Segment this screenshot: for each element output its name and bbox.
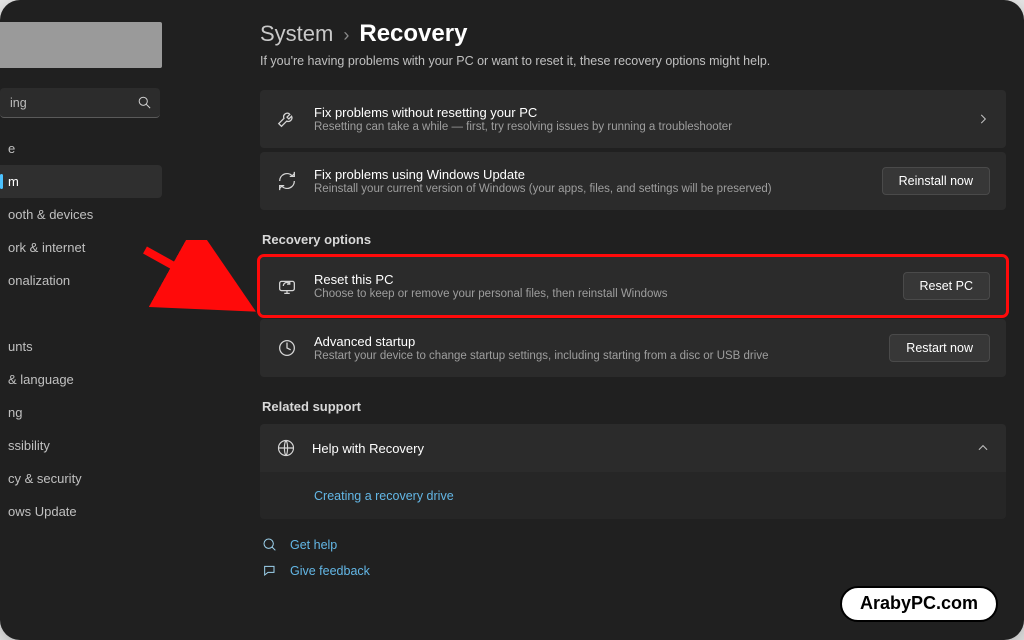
sidebar-item-network[interactable]: ork & internet (0, 231, 162, 264)
sidebar-item-personalization[interactable]: onalization (0, 264, 162, 297)
support-title: Help with Recovery (312, 441, 424, 456)
restart-now-button[interactable]: Restart now (889, 334, 990, 362)
sidebar: e m ooth & devices ork & internet onaliz… (0, 0, 170, 640)
sidebar-nav: e m ooth & devices ork & internet onaliz… (0, 132, 170, 528)
reset-pc-button[interactable]: Reset PC (903, 272, 991, 300)
search-input[interactable] (0, 88, 160, 118)
sidebar-item-time[interactable]: & language (0, 363, 162, 396)
sidebar-item-system[interactable]: m (0, 165, 162, 198)
card-title: Fix problems without resetting your PC (314, 105, 960, 120)
get-help-row[interactable]: Get help (262, 537, 1006, 553)
card-title: Reset this PC (314, 272, 887, 287)
globe-icon (276, 438, 296, 458)
link-give-feedback[interactable]: Give feedback (290, 564, 370, 578)
card-subtitle: Resetting can take a while — first, try … (314, 121, 960, 133)
search-wrap (0, 88, 160, 118)
help-icon (262, 537, 278, 553)
sidebar-item-update[interactable]: ows Update (0, 495, 162, 528)
section-related-support: Related support (262, 399, 1006, 414)
card-body: Advanced startup Restart your device to … (314, 334, 873, 362)
support-body: Creating a recovery drive (260, 472, 1006, 519)
reinstall-now-button[interactable]: Reinstall now (882, 167, 990, 195)
breadcrumb-parent[interactable]: System (260, 21, 333, 47)
sidebar-item-bluetooth[interactable]: ooth & devices (0, 198, 162, 231)
card-body: Fix problems without resetting your PC R… (314, 105, 960, 133)
card-advanced-startup[interactable]: Advanced startup Restart your device to … (260, 319, 1006, 377)
sync-icon (276, 170, 298, 192)
chevron-up-icon (976, 441, 990, 455)
wrench-icon (276, 108, 298, 130)
footer-links: Get help Give feedback (260, 537, 1006, 579)
sidebar-item-apps[interactable] (0, 297, 170, 330)
card-body: Fix problems using Windows Update Reinst… (314, 167, 866, 195)
breadcrumb: System › Recovery (260, 20, 1006, 48)
advanced-startup-icon (276, 337, 298, 359)
feedback-row[interactable]: Give feedback (262, 563, 1006, 579)
card-reset-pc[interactable]: Reset this PC Choose to keep or remove y… (260, 257, 1006, 315)
intro-text: If you're having problems with your PC o… (260, 54, 1006, 68)
main-content: System › Recovery If you're having probl… (170, 0, 1024, 640)
card-fix-update[interactable]: Fix problems using Windows Update Reinst… (260, 152, 1006, 210)
card-title: Advanced startup (314, 334, 873, 349)
link-get-help[interactable]: Get help (290, 538, 337, 552)
support-header[interactable]: Help with Recovery (260, 424, 1006, 472)
sidebar-item-privacy[interactable]: cy & security (0, 462, 162, 495)
reset-pc-icon (276, 275, 298, 297)
card-title: Fix problems using Windows Update (314, 167, 866, 182)
card-subtitle: Reinstall your current version of Window… (314, 183, 866, 195)
sidebar-item-gaming[interactable]: ng (0, 396, 162, 429)
card-subtitle: Choose to keep or remove your personal f… (314, 288, 887, 300)
watermark-badge: ArabyPC.com (840, 586, 998, 622)
link-recovery-drive[interactable]: Creating a recovery drive (314, 489, 454, 503)
chevron-right-icon: › (343, 25, 349, 46)
card-fix-problems[interactable]: Fix problems without resetting your PC R… (260, 90, 1006, 148)
settings-window: e m ooth & devices ork & internet onaliz… (0, 0, 1024, 640)
card-body: Reset this PC Choose to keep or remove y… (314, 272, 887, 300)
sidebar-item-accessibility[interactable]: ssibility (0, 429, 162, 462)
feedback-icon (262, 563, 278, 579)
sidebar-item-accounts[interactable]: unts (0, 330, 162, 363)
card-subtitle: Restart your device to change startup se… (314, 350, 873, 362)
search-icon (137, 95, 152, 110)
chevron-right-icon (976, 112, 990, 126)
account-avatar-block[interactable] (0, 22, 162, 68)
sidebar-item-home[interactable]: e (0, 132, 162, 165)
page-title: Recovery (359, 20, 467, 48)
section-recovery-options: Recovery options (262, 232, 1006, 247)
